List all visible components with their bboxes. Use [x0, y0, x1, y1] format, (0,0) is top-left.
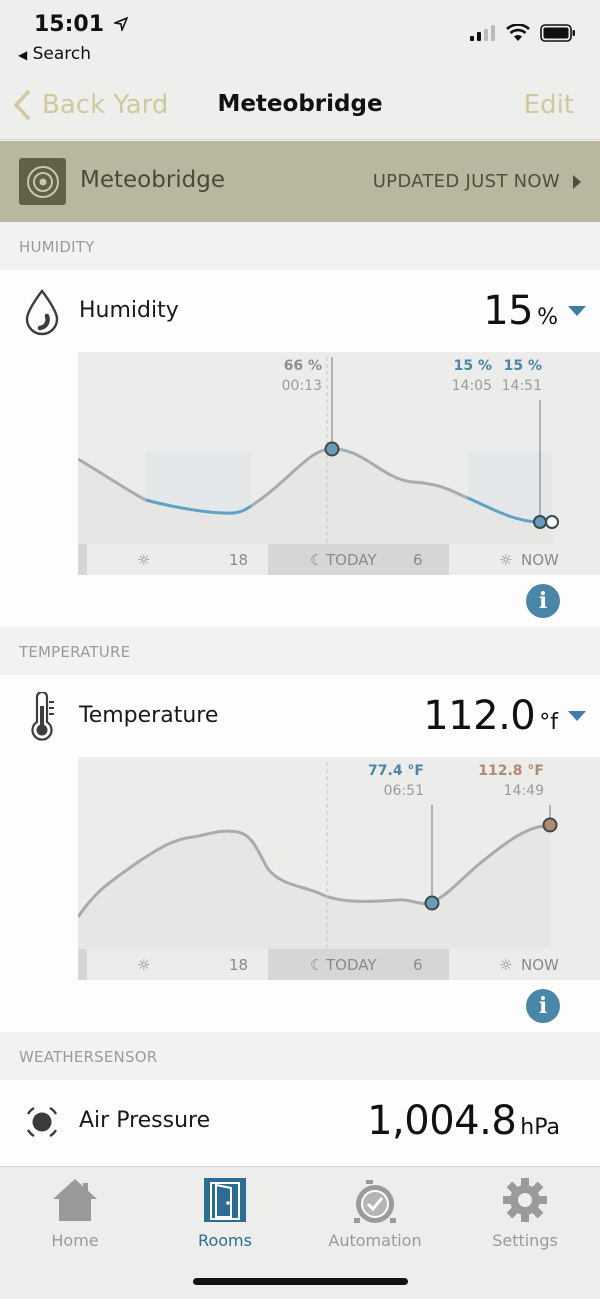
humidity-value[interactable]: 15 % — [483, 288, 586, 334]
temperature-timeline: ☼ 18 ☾ TODAY 6 ☼ NOW — [78, 949, 600, 980]
back-to-search[interactable]: ◀ Search — [18, 44, 91, 64]
tab-settings[interactable]: Settings — [465, 1175, 585, 1250]
humidity-label: Humidity — [79, 298, 179, 323]
status-bar: 15:01 ◀ Search — [0, 0, 600, 70]
temperature-card: Temperature 112.0 °f 77.4 °F 06:51 112.8… — [0, 675, 600, 1032]
page-title: Meteobridge — [217, 91, 383, 117]
temperature-marker-min: 77.4 °F 06:51 — [368, 763, 424, 799]
temperature-marker-max: 112.8 °F 14:49 — [478, 763, 544, 799]
air-pressure-label: Air Pressure — [79, 1108, 211, 1133]
tab-bar: Home Rooms Automation Settings — [0, 1166, 600, 1299]
sun-icon: ☼ — [499, 551, 513, 569]
section-header-temperature: TEMPERATURE — [0, 627, 600, 675]
humidity-row[interactable]: Humidity 15 % — [0, 270, 600, 352]
humidity-timeline: ☼ 18 ☾ TODAY 6 ☼ NOW — [78, 544, 600, 575]
pressure-icon — [20, 1097, 64, 1147]
air-pressure-value: 1,004.8 hPa — [367, 1098, 560, 1144]
humidity-chart[interactable]: 66 % 00:13 15 % 14:05 15 % 14:51 — [77, 352, 600, 544]
house-icon — [15, 1175, 135, 1225]
chevron-down-icon — [568, 306, 586, 316]
moon-icon: ☾ — [310, 551, 324, 569]
door-icon — [165, 1175, 285, 1225]
air-pressure-row[interactable]: Air Pressure 1,004.8 hPa — [0, 1080, 600, 1162]
timeline-day-segment: ☼ NOW — [499, 956, 559, 974]
home-indicator — [193, 1278, 408, 1285]
device-header[interactable]: Meteobridge UPDATED JUST NOW — [0, 141, 600, 222]
timeline-night-segment — [78, 544, 87, 575]
timeline-day-segment: ☼ 18 — [137, 956, 249, 974]
timeline-night-segment — [78, 949, 87, 980]
humidity-card: Humidity 15 % 66 % 00:13 15 % 14:05 15 %… — [0, 270, 600, 627]
thermometer-icon — [20, 692, 64, 742]
temperature-chart[interactable]: 77.4 °F 06:51 112.8 °F 14:49 — [76, 757, 600, 949]
chevron-down-icon — [568, 711, 586, 721]
navigation-bar: Back Yard Meteobridge Edit — [0, 70, 600, 140]
sun-icon: ☼ — [137, 956, 151, 974]
temperature-value[interactable]: 112.0 °f — [423, 693, 586, 739]
alarm-clock-icon — [315, 1175, 435, 1225]
timeline-day-segment: ☼ NOW — [499, 551, 559, 569]
air-pressure-card: Air Pressure 1,004.8 hPa — [0, 1080, 600, 1166]
battery-icon — [540, 24, 575, 42]
location-arrow-icon — [111, 16, 129, 33]
temperature-row[interactable]: Temperature 112.0 °f — [0, 675, 600, 757]
tab-home[interactable]: Home — [15, 1175, 135, 1250]
device-name: Meteobridge — [80, 167, 226, 193]
edit-button[interactable]: Edit — [524, 90, 574, 120]
timeline-night-segment: ☾ TODAY 6 — [268, 544, 449, 575]
tab-rooms[interactable]: Rooms — [165, 1175, 285, 1250]
meteobridge-icon — [19, 158, 66, 205]
timeline-night-segment: ☾ TODAY 6 — [268, 949, 449, 980]
chevron-right-icon — [573, 174, 581, 189]
moon-icon: ☾ — [310, 956, 324, 974]
temperature-info-button[interactable]: i — [526, 989, 560, 1023]
gear-icon — [465, 1175, 585, 1225]
humidity-marker-max: 66 % 00:13 — [281, 358, 322, 394]
sun-icon: ☼ — [137, 551, 151, 569]
cellular-signal-icon — [470, 25, 495, 41]
back-triangle-icon: ◀ — [18, 48, 28, 62]
timeline-day-segment: ☼ 18 — [137, 551, 249, 569]
droplet-icon — [20, 287, 64, 337]
temperature-label: Temperature — [79, 703, 219, 728]
humidity-info-button[interactable]: i — [526, 584, 560, 618]
humidity-marker-min: 15 % 14:05 — [451, 358, 492, 394]
section-header-humidity: HUMIDITY — [0, 222, 600, 270]
humidity-marker-now: 15 % 14:51 — [501, 358, 542, 394]
wifi-icon — [506, 24, 530, 41]
tab-automation[interactable]: Automation — [315, 1175, 435, 1250]
device-updated-status[interactable]: UPDATED JUST NOW — [373, 171, 582, 192]
status-icons — [470, 24, 576, 42]
status-time: 15:01 — [34, 12, 129, 37]
section-header-weathersensor: WEATHERSENSOR — [0, 1032, 600, 1080]
sun-icon: ☼ — [499, 956, 513, 974]
